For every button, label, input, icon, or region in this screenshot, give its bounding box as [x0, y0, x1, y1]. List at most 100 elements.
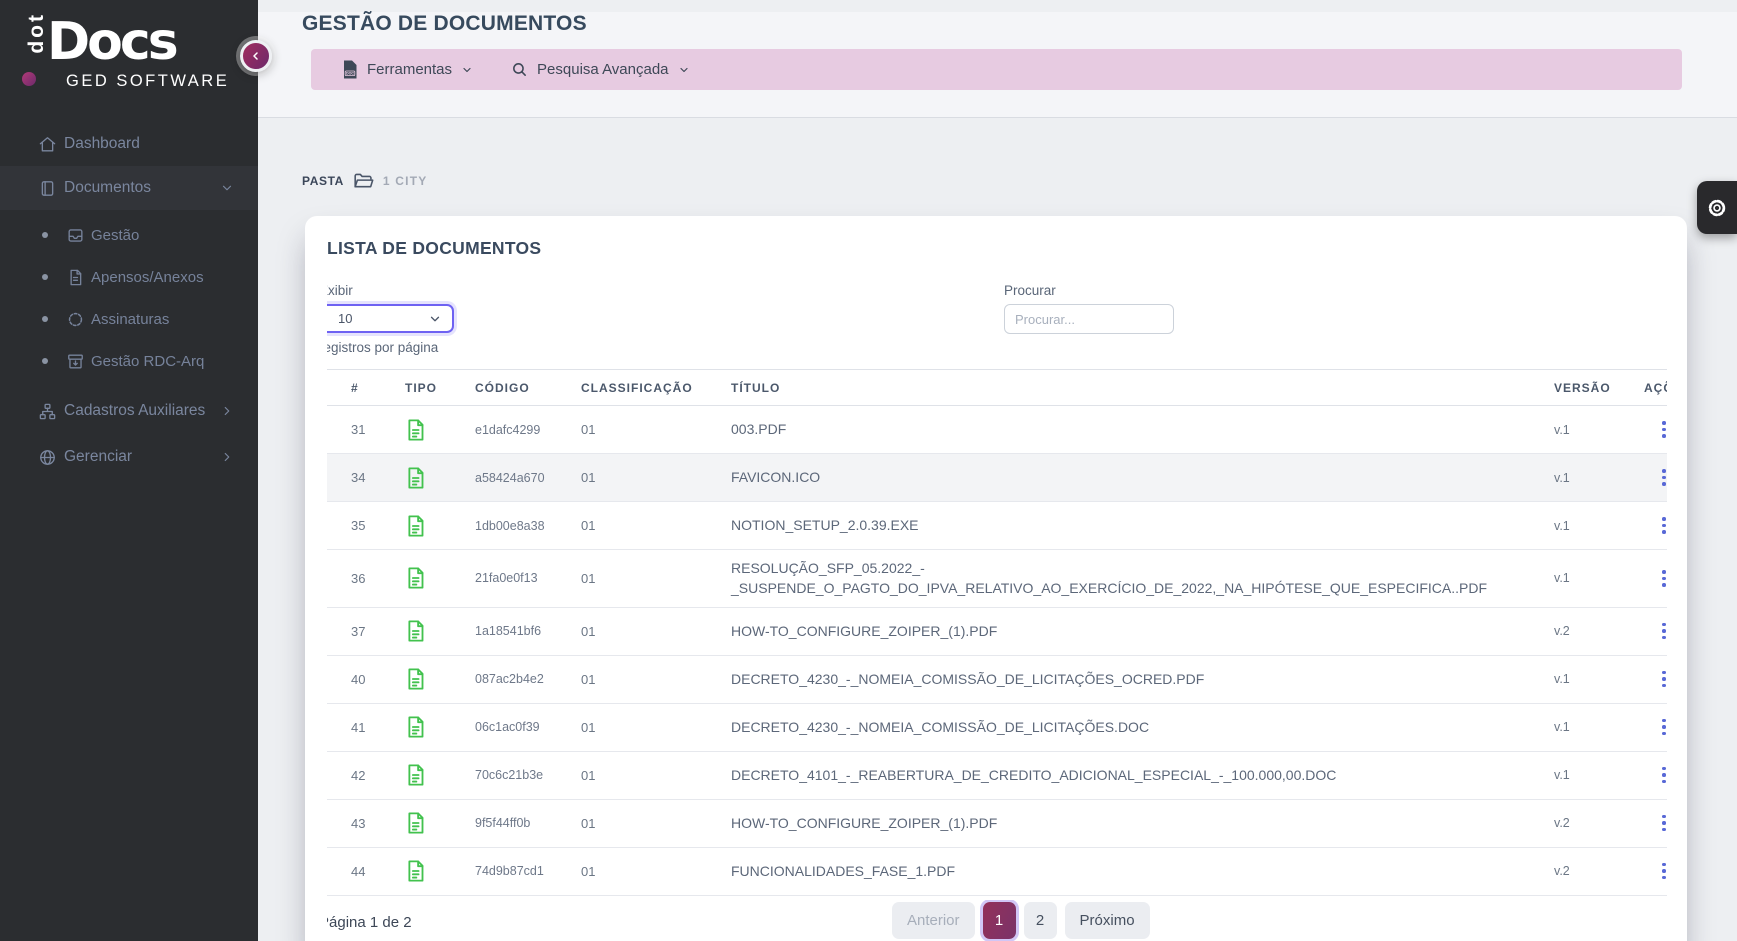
- row-classificacao: 01: [581, 847, 731, 895]
- logo-dot-text: dot: [26, 12, 47, 54]
- row-actions-kebab-button[interactable]: [1658, 417, 1667, 442]
- next-page-button[interactable]: Próximo: [1065, 902, 1150, 939]
- col-header-versao: VERSÃO: [1554, 370, 1644, 406]
- row-actions-kebab-button[interactable]: [1658, 763, 1667, 788]
- inbox-icon: [66, 225, 86, 245]
- sidebar-item-dashboard[interactable]: Dashboard: [0, 122, 258, 166]
- row-titulo: 003.PDF: [731, 406, 1554, 454]
- sidebar-item-gestao-rdc-arq[interactable]: Gestão RDC-Arq: [0, 340, 258, 382]
- row-number: 37: [327, 607, 405, 655]
- signature-seal-icon: [66, 309, 86, 329]
- row-titulo: NOTION_SETUP_2.0.39.EXE: [731, 502, 1554, 550]
- breadcrumb-current-folder[interactable]: 1 CITY: [383, 174, 428, 188]
- documents-card: LISTA DE DOCUMENTOS Exibir 10 registros …: [305, 216, 1687, 941]
- chevron-right-icon: [220, 450, 234, 464]
- row-actions-kebab-button[interactable]: [1658, 715, 1667, 740]
- sidebar-item-apensos-anexos[interactable]: Apensos/Anexos: [0, 256, 258, 298]
- chevron-left-icon: [250, 50, 262, 62]
- chevron-down-icon: [428, 312, 442, 326]
- row-versao: v.2: [1554, 847, 1644, 895]
- row-classificacao: 01: [581, 550, 731, 608]
- app-logo: dot Docs GED SOFTWARE: [0, 0, 258, 118]
- table-row[interactable]: 34 a58424a670 01 FAVICON.ICO v.1: [327, 454, 1667, 502]
- sidebar-item-label: Gestão: [91, 227, 139, 244]
- row-actions-kebab-button[interactable]: [1658, 465, 1667, 490]
- exibir-label: Exibir: [327, 283, 454, 298]
- pink-toolbar: DOC Ferramentas Pesquisa Avançada: [311, 49, 1682, 90]
- green-document-icon: [405, 763, 475, 787]
- bullet-dot-icon: [42, 358, 48, 364]
- table-row[interactable]: 37 1a18541bf6 01 HOW-TO_CONFIGURE_ZOIPER…: [327, 607, 1667, 655]
- page-title: GESTÃO DE DOCUMENTOS: [302, 12, 1737, 36]
- sidebar-item-gestao[interactable]: Gestão: [0, 214, 258, 256]
- row-classificacao: 01: [581, 454, 731, 502]
- bullet-dot-icon: [42, 232, 48, 238]
- documentos-submenu: Gestão Apensos/Anexos Assinaturas: [0, 210, 258, 388]
- green-document-icon: [405, 811, 475, 835]
- row-actions-kebab-button[interactable]: [1658, 513, 1667, 538]
- row-codigo: 74d9b87cd1: [475, 847, 581, 895]
- row-actions-kebab-button[interactable]: [1658, 619, 1667, 644]
- row-titulo: DECRETO_4101_-_REABERTURA_DE_CREDITO_ADI…: [731, 751, 1554, 799]
- pesquisa-avancada-menu-button[interactable]: Pesquisa Avançada: [511, 61, 690, 78]
- breadcrumb-root: PASTA: [302, 174, 344, 188]
- table-row[interactable]: 36 21fa0e0f13 01 RESOLUÇÃO_SFP_05.2022_-…: [327, 550, 1667, 608]
- row-codigo: 1db00e8a38: [475, 502, 581, 550]
- page-size-value: 10: [338, 311, 352, 326]
- globe-icon: [38, 447, 58, 467]
- table-row[interactable]: 41 06c1ac0f39 01 DECRETO_4230_-_NOMEIA_C…: [327, 703, 1667, 751]
- previous-page-button[interactable]: Anterior: [892, 902, 975, 939]
- row-actions-kebab-button[interactable]: [1658, 667, 1667, 692]
- row-actions-kebab-button[interactable]: [1658, 811, 1667, 836]
- logo-subtitle: GED SOFTWARE: [66, 72, 258, 91]
- green-document-icon: [405, 418, 475, 442]
- row-actions-kebab-button[interactable]: [1658, 859, 1667, 884]
- gear-icon: [1706, 197, 1728, 219]
- green-document-icon: [405, 466, 475, 490]
- row-number: 41: [327, 703, 405, 751]
- page-size-select[interactable]: 10: [327, 304, 454, 333]
- sidebar-nav: Dashboard Documentos Gestão: [0, 122, 258, 480]
- green-document-icon: [405, 619, 475, 643]
- page-2-button[interactable]: 2: [1024, 902, 1057, 939]
- sidebar-item-label: Dashboard: [64, 135, 140, 153]
- col-header-acoes: AÇÕES: [1644, 370, 1667, 406]
- page-1-button[interactable]: 1: [983, 902, 1016, 939]
- table-row[interactable]: 43 9f5f44ff0b 01 HOW-TO_CONFIGURE_ZOIPER…: [327, 799, 1667, 847]
- sidebar-item-documentos[interactable]: Documentos: [0, 166, 258, 210]
- table-row[interactable]: 35 1db00e8a38 01 NOTION_SETUP_2.0.39.EXE…: [327, 502, 1667, 550]
- row-number: 36: [327, 550, 405, 608]
- sidebar-item-label: Cadastros Auxiliares: [64, 402, 205, 420]
- sidebar-item-assinaturas[interactable]: Assinaturas: [0, 298, 258, 340]
- row-titulo: FUNCIONALIDADES_FASE_1.PDF: [731, 847, 1554, 895]
- search-icon: [511, 61, 528, 78]
- row-codigo: 21fa0e0f13: [475, 550, 581, 608]
- documents-table-wrap: # TIPO CÓDIGO CLASSIFICAÇÃO TÍTULO VERSÃ…: [327, 369, 1667, 896]
- sidebar-item-label: Gerenciar: [64, 448, 132, 466]
- home-icon: [38, 134, 58, 154]
- search-input[interactable]: [1004, 304, 1174, 334]
- bullet-dot-icon: [42, 274, 48, 280]
- page-header: GESTÃO DE DOCUMENTOS DOC Ferramentas Pes…: [258, 12, 1737, 118]
- row-versao: v.1: [1554, 751, 1644, 799]
- row-versao: v.1: [1554, 550, 1644, 608]
- row-number: 34: [327, 454, 405, 502]
- chevron-down-icon: [220, 181, 234, 195]
- row-classificacao: 01: [581, 799, 731, 847]
- table-row[interactable]: 31 e1dafc4299 01 003.PDF v.1: [327, 406, 1667, 454]
- sidebar-collapse-button[interactable]: [240, 40, 272, 72]
- table-row[interactable]: 44 74d9b87cd1 01 FUNCIONALIDADES_FASE_1.…: [327, 847, 1667, 895]
- col-header-classificacao: CLASSIFICAÇÃO: [581, 370, 731, 406]
- table-row[interactable]: 40 087ac2b4e2 01 DECRETO_4230_-_NOMEIA_C…: [327, 655, 1667, 703]
- row-versao: v.1: [1554, 454, 1644, 502]
- folder-icon: [353, 172, 374, 190]
- doc-file-icon: DOC: [342, 60, 358, 79]
- per-page-caption: registros por página: [327, 340, 454, 355]
- row-actions-kebab-button[interactable]: [1658, 566, 1667, 591]
- settings-flap-button[interactable]: [1697, 181, 1737, 234]
- sidebar-item-cadastros-auxiliares[interactable]: Cadastros Auxiliares: [0, 388, 258, 434]
- table-row[interactable]: 42 70c6c21b3e 01 DECRETO_4101_-_REABERTU…: [327, 751, 1667, 799]
- attachment-file-icon: [66, 267, 86, 287]
- ferramentas-menu-button[interactable]: DOC Ferramentas: [342, 60, 473, 79]
- sidebar-item-gerenciar[interactable]: Gerenciar: [0, 434, 258, 480]
